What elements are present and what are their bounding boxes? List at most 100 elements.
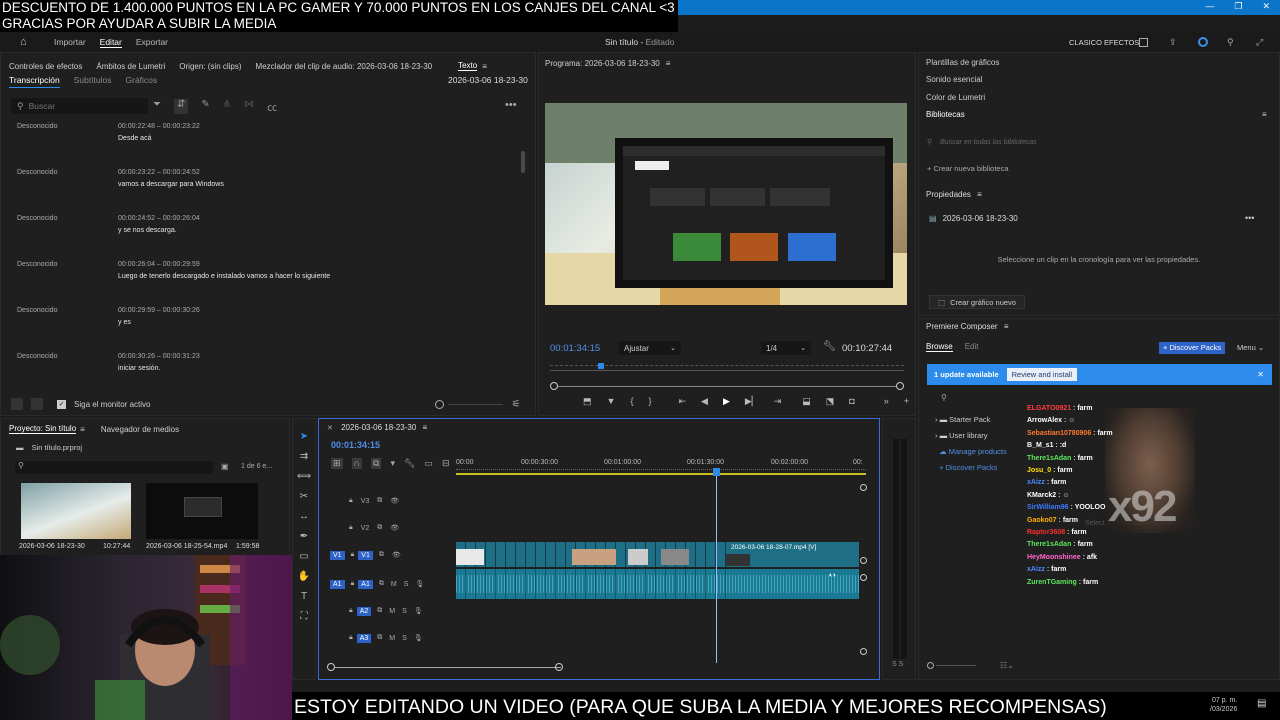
tab-source[interactable]: Origen: (sin clips) (179, 62, 241, 71)
review-install-button[interactable]: Review and install (1006, 368, 1078, 381)
lock-icon[interactable]: 🔒︎ (351, 551, 355, 559)
slip-tool-icon[interactable]: ↔ (299, 511, 309, 522)
panel-menu-icon[interactable]: ≡ (666, 59, 671, 68)
caption-tool-icon[interactable]: ⛶ (301, 611, 308, 622)
follow-monitor-checkbox[interactable]: ✓ (57, 399, 66, 409)
size-slider-track[interactable] (936, 665, 976, 666)
sync-lock-icon[interactable]: ⧉ (377, 607, 382, 615)
tree-item-discover-packs[interactable]: + Discover Packs (935, 460, 1007, 476)
sync-lock-icon[interactable]: ⧉ (377, 497, 382, 505)
more-icon[interactable]: ••• (1245, 213, 1254, 223)
tree-item-starter-pack[interactable]: › ▬ Starter Pack (935, 412, 1007, 428)
timeline-ruler[interactable]: 00:00 00:00:30:00 00:01:00:00 00:01:30:0… (456, 459, 866, 475)
track-select-icon[interactable]: ⇉ (300, 451, 308, 462)
selection-tool-icon[interactable]: ➤ (300, 431, 308, 442)
track-name[interactable]: V2 (361, 525, 370, 532)
close-icon[interactable]: ✕ (1262, 1, 1270, 12)
go-to-in-icon[interactable]: ⇤ (678, 396, 686, 407)
footer-left-icon[interactable] (11, 398, 23, 410)
mute-button[interactable]: M (389, 608, 395, 615)
restore-icon[interactable]: ❐ (1234, 1, 1242, 12)
zoom-handle-right[interactable] (555, 663, 563, 671)
more-icon[interactable]: ••• (505, 99, 517, 111)
tab-export[interactable]: Exportar (136, 37, 168, 47)
lock-icon[interactable]: 🔒︎ (349, 524, 353, 532)
tab-text[interactable]: Texto (458, 61, 478, 71)
sync-lock-icon[interactable]: ⧉ (377, 524, 382, 532)
segment-text[interactable]: vamos a descargar para Windows (118, 181, 224, 188)
track-name[interactable]: A3 (356, 633, 372, 643)
mark-in-icon[interactable]: { (630, 396, 633, 407)
lock-icon[interactable]: 🔒︎ (349, 634, 353, 642)
tab-project[interactable]: Proyecto: Sin título (9, 424, 77, 434)
panel-menu-icon[interactable]: ≡ (80, 425, 85, 434)
overwrite-icon[interactable]: ⬔ (826, 396, 835, 407)
wrench-icon[interactable]: 🔧︎ (823, 341, 836, 352)
panel-menu-icon[interactable]: ≡ (1262, 110, 1267, 119)
transcript-scrollbar[interactable] (521, 151, 525, 173)
source-patch[interactable]: A1 (330, 579, 345, 589)
track-name[interactable]: V1 (358, 550, 373, 560)
segment-text[interactable]: y se nos descarga. (118, 227, 177, 234)
program-playhead[interactable] (598, 363, 605, 369)
more-controls-icon[interactable]: » (884, 396, 889, 407)
mute-button[interactable]: M (391, 581, 397, 588)
transcript-segment[interactable]: Desconocido 00:00:22:48 – 00:00:23:22 De… (1, 121, 521, 167)
sync-lock-icon[interactable]: ⧉ (379, 551, 384, 559)
lock-icon[interactable]: 🔒︎ (351, 580, 355, 588)
zoom-slider-handle[interactable] (435, 399, 445, 409)
subtab-subtitles[interactable]: Subtítulos (74, 75, 112, 88)
razor-tool-icon[interactable]: ✂ (300, 491, 308, 502)
eye-icon[interactable]: 👁︎ (390, 524, 399, 532)
zoom-slider-track[interactable] (448, 403, 504, 405)
source-patch[interactable]: V1 (330, 550, 345, 560)
tab-browse[interactable]: Browse (926, 342, 953, 352)
transcript-segment[interactable]: Desconocido 00:00:30:26 – 00:00:31:23 in… (1, 351, 521, 387)
project-item[interactable]: 2026-03-06 18-25-54.mp4 1:59:58 (146, 483, 259, 553)
tab-effect-controls[interactable]: Controles de efectos (9, 62, 82, 71)
timeline-playhead[interactable] (716, 471, 717, 663)
marker-icon[interactable]: ▼ (607, 396, 616, 407)
add-icon[interactable]: + (904, 396, 909, 407)
pencil-icon[interactable]: ✎ (201, 99, 209, 114)
transcript-segment[interactable]: Desconocido 00:00:26:04 – 00:00:29:59 Lu… (1, 259, 521, 305)
split-icon[interactable]: ⋔ (223, 99, 231, 114)
solo-button[interactable]: S (402, 635, 407, 642)
new-library-button[interactable]: + Crear nueva biblioteca (927, 164, 1009, 173)
footer-left-icon-2[interactable] (31, 398, 43, 410)
tab-audio-mixer[interactable]: Mezclador del clip de audio: 2026-03-06 … (256, 62, 433, 71)
video-track-clips[interactable]: 2026-03-06 18-28-07.mp4 [V] (456, 542, 859, 567)
sync-lock-icon[interactable]: ⧉ (379, 580, 384, 588)
linked-icon[interactable]: ⧉ (371, 458, 382, 469)
library-search[interactable]: ⚲ Buscar en todas las bibliotecas (927, 135, 1272, 149)
track-name[interactable]: A2 (356, 606, 372, 616)
subtab-graphics[interactable]: Gráficos (126, 75, 158, 88)
tab-lumetri-scopes[interactable]: Ámbitos de Lumetri (96, 62, 165, 71)
sync-icon[interactable] (1198, 37, 1208, 47)
fit-dropdown[interactable]: Ajustar ⌄ (619, 341, 681, 355)
timeline-zoom-bar[interactable] (327, 662, 863, 672)
size-slider-handle[interactable] (927, 662, 934, 669)
composer-search[interactable]: ⚲ (941, 393, 947, 402)
eye-icon[interactable]: 👁︎ (390, 497, 399, 505)
mic-icon[interactable]: 🎙︎ (414, 607, 423, 615)
zoom-handle-right[interactable] (896, 382, 904, 390)
sync-lock-icon[interactable]: ⧉ (377, 634, 382, 642)
merge-icon[interactable]: ⋈ (244, 99, 254, 114)
audio-track-clips[interactable]: ◖◗ (456, 569, 859, 599)
captions-icon[interactable]: ▭ (424, 458, 433, 469)
segment-text[interactable]: y es (118, 319, 131, 326)
rectangle-tool-icon[interactable]: ▭ (299, 551, 308, 562)
fullscreen-icon[interactable]: ⤢ (1256, 37, 1263, 48)
program-scrubber[interactable] (550, 363, 904, 373)
minimize-icon[interactable]: — (1205, 1, 1214, 12)
solo-button[interactable]: S (402, 608, 407, 615)
timeline-timecode[interactable]: 00:01:34:15 (331, 440, 380, 450)
track-name[interactable]: V3 (361, 498, 370, 505)
caption-icon[interactable]: ㏄ (267, 99, 277, 114)
align-icon[interactable]: ⇵ (174, 99, 189, 114)
panel-icon[interactable] (1139, 37, 1148, 47)
bin-icon[interactable]: ▣ (221, 462, 229, 471)
subtab-transcription[interactable]: Transcripción (9, 75, 60, 88)
segment-text[interactable]: iniciar sesión. (118, 365, 160, 372)
